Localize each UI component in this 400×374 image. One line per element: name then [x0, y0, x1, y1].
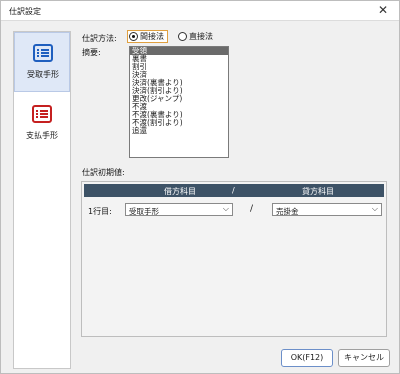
chevron-down-icon: ⌵ — [371, 204, 378, 213]
row-label: 1行目: — [88, 207, 112, 216]
radio-circle-icon — [178, 32, 187, 41]
summary-listbox[interactable]: 受領 裏書 割引 決済 決済(裏書より) 決済(割引より) 更改(ジャンプ) 不… — [129, 46, 229, 158]
initial-journal-label: 仕訳初期値: — [82, 168, 125, 177]
radio-label: 間接法 — [140, 32, 164, 41]
list-item[interactable]: 追還 — [130, 127, 228, 135]
debit-account-value: 受取手形 — [129, 207, 159, 216]
credit-account-select[interactable]: 売掛金 ⌵ — [272, 203, 382, 216]
debit-header: 借方科目 — [164, 187, 196, 196]
sidebar-item-label: 受取手形 — [27, 70, 59, 79]
cancel-button[interactable]: キャンセル — [338, 349, 390, 367]
journal-header: 借方科目 / 貸方科目 — [84, 184, 384, 197]
method-label: 仕訳方法: — [82, 34, 117, 43]
document-list-icon — [32, 105, 52, 123]
title-bar: 仕訳設定 ✕ — [1, 1, 399, 21]
credit-header: 貸方科目 — [302, 187, 334, 196]
debit-account-select[interactable]: 受取手形 ⌵ — [125, 203, 233, 216]
radio-dot-icon — [129, 32, 138, 41]
radio-label: 直接法 — [189, 32, 213, 41]
ok-button[interactable]: OK(F12) — [281, 349, 333, 367]
close-icon[interactable]: ✕ — [375, 3, 391, 19]
sidebar-item-label: 支払手形 — [26, 131, 58, 140]
sidebar-item-receivable-notes[interactable]: 受取手形 — [14, 32, 70, 92]
radio-indirect-method[interactable]: 間接法 — [127, 30, 168, 43]
sidebar-item-payable-notes[interactable]: 支払手形 — [14, 94, 70, 154]
document-list-icon — [33, 44, 53, 62]
window-title: 仕訳設定 — [9, 7, 41, 16]
credit-account-value: 売掛金 — [276, 207, 299, 216]
settings-dialog: 仕訳設定 ✕ 受取手形 支払手形 仕訳方法: 間接法 直接法 摘要: 受領 裏書… — [0, 0, 400, 374]
sidebar: 受取手形 支払手形 — [13, 31, 71, 369]
chevron-down-icon: ⌵ — [222, 204, 229, 213]
header-separator: / — [232, 186, 235, 195]
row-separator: / — [250, 204, 254, 214]
initial-journal-group: 借方科目 / 貸方科目 1行目: 受取手形 ⌵ / 売掛金 ⌵ — [81, 181, 387, 337]
radio-direct-method[interactable]: 直接法 — [178, 30, 213, 43]
summary-label: 摘要: — [82, 48, 101, 57]
